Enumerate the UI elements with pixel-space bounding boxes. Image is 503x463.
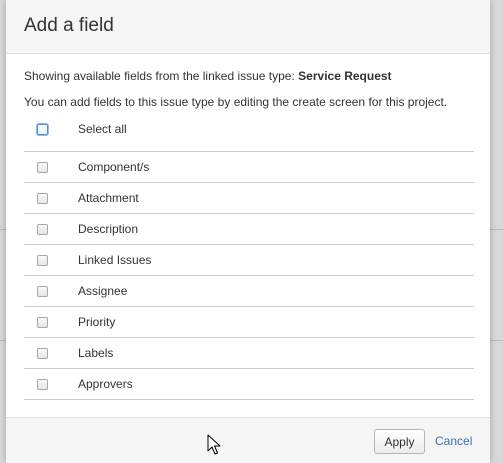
select-all-row: Select all xyxy=(24,115,474,152)
backdrop-divider xyxy=(490,340,503,341)
cancel-link[interactable]: Cancel xyxy=(435,434,472,448)
field-checkbox[interactable] xyxy=(37,255,48,266)
field-label[interactable]: Approvers xyxy=(78,377,133,391)
field-checkbox[interactable] xyxy=(37,162,48,173)
field-checkbox[interactable] xyxy=(37,379,48,390)
select-all-checkbox[interactable] xyxy=(37,124,48,135)
field-label[interactable]: Attachment xyxy=(78,191,139,205)
field-checkbox[interactable] xyxy=(37,224,48,235)
dialog-title: Add a field xyxy=(24,15,114,36)
edit-screen-hint: You can add fields to this issue type by… xyxy=(24,95,448,109)
add-field-dialog: Add a field Showing available fields fro… xyxy=(6,0,490,463)
field-label[interactable]: Component/s xyxy=(78,160,149,174)
field-label[interactable]: Assignee xyxy=(78,284,127,298)
field-row: Linked Issues xyxy=(24,245,474,276)
field-row: Description xyxy=(24,214,474,245)
field-row: Attachment xyxy=(24,183,474,214)
field-row: Priority xyxy=(24,307,474,338)
mouse-pointer-icon xyxy=(207,434,221,455)
linked-issue-type-info: Showing available fields from the linked… xyxy=(24,69,392,83)
field-label[interactable]: Description xyxy=(78,222,138,236)
field-row: Labels xyxy=(24,338,474,369)
field-label[interactable]: Labels xyxy=(78,346,113,360)
field-row: Component/s xyxy=(24,152,474,183)
field-row: Approvers xyxy=(24,369,474,400)
field-label[interactable]: Linked Issues xyxy=(78,253,151,267)
field-list: Select all Component/s Attachment Descri… xyxy=(24,115,474,400)
field-checkbox[interactable] xyxy=(37,317,48,328)
select-all-label[interactable]: Select all xyxy=(78,122,127,136)
field-row: Assignee xyxy=(24,276,474,307)
field-checkbox[interactable] xyxy=(37,193,48,204)
field-checkbox[interactable] xyxy=(37,286,48,297)
apply-button[interactable]: Apply xyxy=(374,429,425,454)
issue-type-name: Service Request xyxy=(298,69,392,83)
field-label[interactable]: Priority xyxy=(78,315,115,329)
dialog-footer: Apply Cancel xyxy=(6,417,490,463)
backdrop-divider xyxy=(490,229,503,230)
info-prefix: Showing available fields from the linked… xyxy=(24,69,295,83)
field-checkbox[interactable] xyxy=(37,348,48,359)
dialog-header: Add a field xyxy=(6,0,490,54)
